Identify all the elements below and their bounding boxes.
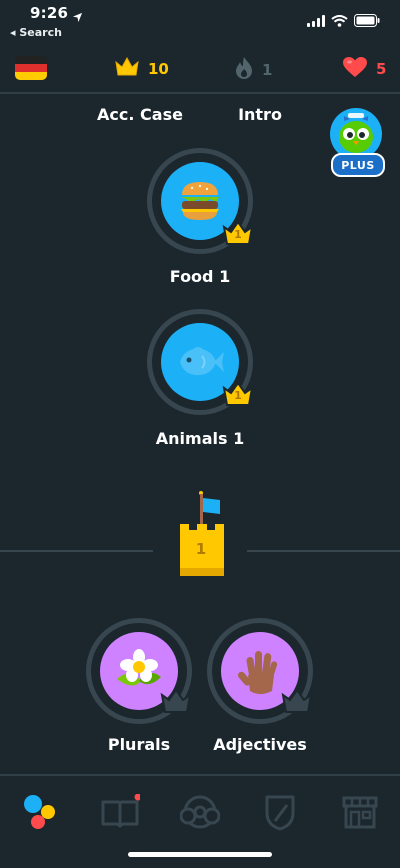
skill-label-adjectives[interactable]: Adjectives: [180, 735, 340, 754]
germany-flag-icon[interactable]: [15, 56, 47, 84]
flame-icon: [234, 56, 254, 84]
wifi-icon: [331, 12, 348, 31]
location-arrow-icon: [72, 8, 83, 27]
crown-icon: [114, 56, 140, 82]
castle-icon: [180, 491, 224, 576]
crown-badge-food-1: 1: [222, 220, 254, 246]
skill-label-intro[interactable]: Intro: [220, 105, 300, 124]
shop-icon[interactable]: [340, 792, 380, 832]
plus-badge: PLUS: [331, 153, 385, 177]
back-to-search-link[interactable]: ◂ Search: [10, 26, 62, 39]
checkpoint-castle[interactable]: 1: [172, 488, 232, 580]
plus-owl-button[interactable]: PLUS: [328, 107, 385, 177]
crown-level-food-1: 1: [234, 228, 242, 241]
leaderboard-icon[interactable]: [180, 792, 220, 832]
hearts-counter[interactable]: 5: [342, 56, 386, 82]
home-indicator[interactable]: [128, 852, 272, 857]
status-icons: [307, 12, 380, 31]
crown-level-animals-1: 1: [234, 389, 242, 402]
crown-badge-animals-1: 1: [222, 381, 254, 407]
skill-label-acc-case[interactable]: Acc. Case: [90, 105, 190, 124]
crowns-counter[interactable]: 10: [114, 56, 169, 82]
checkpoint-level: 1: [195, 540, 207, 558]
skill-label-animals-1[interactable]: Animals 1: [120, 429, 280, 448]
stories-icon[interactable]: [100, 792, 140, 832]
checkpoint-line-left: [0, 550, 153, 552]
heart-icon: [342, 56, 368, 82]
status-time: 9:26: [30, 4, 69, 22]
battery-icon: [354, 12, 380, 31]
cellular-signal-icon: [307, 12, 325, 31]
streak-counter[interactable]: 1: [234, 56, 272, 84]
crowns-count: 10: [148, 60, 169, 78]
header-divider: [0, 92, 400, 94]
learn-icon[interactable]: [20, 792, 60, 832]
hearts-count: 5: [376, 60, 387, 78]
crown-badge-plurals-empty: [160, 688, 192, 718]
skill-label-food-1[interactable]: Food 1: [120, 267, 280, 286]
shield-icon[interactable]: [260, 792, 300, 832]
checkpoint-line-right: [247, 550, 400, 552]
streak-count: 1: [262, 61, 273, 79]
crown-badge-adjectives-empty: [281, 688, 313, 718]
